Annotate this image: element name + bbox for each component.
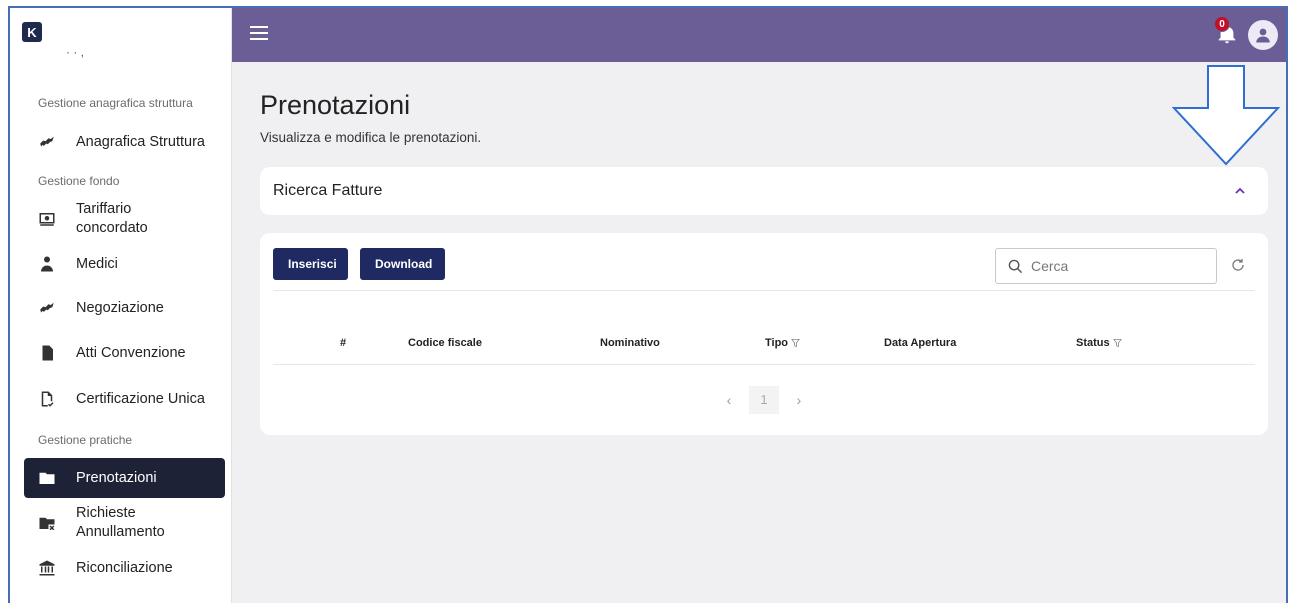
page-subtitle: Visualizza e modifica le prenotazioni. bbox=[260, 130, 482, 145]
bank-icon bbox=[38, 559, 56, 577]
sidebar-item-medici[interactable]: Medici bbox=[10, 242, 231, 286]
sidebar-item-negoziazione[interactable]: Negoziazione bbox=[10, 286, 231, 330]
sidebar-cut-text: · · , bbox=[66, 52, 84, 59]
column-header-data-apertura[interactable]: Data Apertura bbox=[884, 337, 956, 349]
column-header-status[interactable]: Status bbox=[1076, 337, 1122, 349]
document-icon bbox=[38, 344, 56, 362]
insert-button[interactable]: Inserisci bbox=[273, 248, 348, 280]
bookings-table-card: Inserisci Download # Codice fiscale Nomi… bbox=[260, 233, 1268, 435]
filter-icon[interactable] bbox=[1112, 338, 1122, 348]
sidebar-item-anagrafica-struttura[interactable]: Anagrafica Struttura bbox=[10, 118, 231, 166]
table-header: # Codice fiscale Nominativo Tipo Data Ap… bbox=[273, 331, 1255, 365]
divider bbox=[273, 290, 1255, 291]
sidebar-item-label: Negoziazione bbox=[76, 300, 164, 316]
sidebar-item-richieste-annullamento[interactable]: Richieste Annullamento bbox=[10, 498, 231, 548]
sidebar-item-label: Riconciliazione bbox=[76, 560, 173, 576]
handshake-icon bbox=[38, 133, 56, 151]
main-content: Prenotazioni Visualizza e modifica le pr… bbox=[232, 62, 1286, 603]
sidebar-item-label: Prenotazioni bbox=[76, 470, 157, 486]
column-header-tipo[interactable]: Tipo bbox=[765, 337, 800, 349]
app-window: K · · , Gestione anagrafica struttura An… bbox=[8, 6, 1288, 603]
download-button[interactable]: Download bbox=[360, 248, 445, 280]
sidebar-item-label: Atti Convenzione bbox=[76, 345, 186, 361]
document-check-icon bbox=[38, 390, 56, 408]
search-input[interactable] bbox=[1031, 258, 1201, 274]
sidebar-item-label-line1: Richieste bbox=[76, 505, 136, 521]
page-number[interactable]: 1 bbox=[749, 386, 779, 414]
sidebar-header: K · · , bbox=[10, 8, 231, 62]
refresh-icon[interactable] bbox=[1230, 257, 1246, 273]
column-header-index: # bbox=[340, 337, 347, 349]
column-header-codice-fiscale[interactable]: Codice fiscale bbox=[408, 337, 482, 349]
app-logo[interactable]: K bbox=[22, 22, 42, 42]
next-page-button[interactable]: › bbox=[785, 386, 813, 414]
sidebar-item-tariffario[interactable]: Tariffario concordato bbox=[10, 196, 231, 242]
sidebar-item-riconciliazione[interactable]: Riconciliazione bbox=[10, 548, 231, 588]
handshake-icon bbox=[38, 299, 56, 317]
user-icon bbox=[1256, 28, 1270, 43]
folder-icon bbox=[38, 469, 56, 487]
notification-badge: 0 bbox=[1214, 16, 1230, 32]
sidebar-item-label: Anagrafica Struttura bbox=[76, 134, 205, 150]
avatar[interactable] bbox=[1248, 20, 1278, 50]
sidebar-item-label-line1: Tariffario bbox=[76, 201, 132, 217]
chevron-up-icon[interactable] bbox=[1234, 185, 1246, 197]
prev-page-button[interactable]: ‹ bbox=[715, 386, 743, 414]
top-bar: 0 bbox=[232, 8, 1286, 62]
sidebar-item-label: Medici bbox=[76, 256, 118, 272]
pagination: ‹ 1 › bbox=[260, 386, 1268, 414]
section-label-fondo: Gestione fondo bbox=[38, 174, 120, 188]
section-label-pratiche: Gestione pratiche bbox=[38, 433, 133, 447]
search-icon bbox=[1008, 259, 1023, 273]
sidebar-item-certificazione-unica[interactable]: Certificazione Unica bbox=[10, 376, 231, 422]
column-header-nominativo[interactable]: Nominativo bbox=[600, 337, 660, 349]
page-title: Prenotazioni bbox=[260, 90, 411, 120]
money-icon bbox=[38, 210, 56, 228]
sidebar-item-prenotazioni[interactable]: Prenotazioni bbox=[24, 458, 225, 498]
menu-icon[interactable] bbox=[250, 26, 268, 40]
filter-icon[interactable] bbox=[791, 338, 800, 348]
sidebar-item-label-line2: concordato bbox=[76, 220, 148, 236]
sidebar-item-label: Certificazione Unica bbox=[76, 391, 205, 407]
search-panel-title: Ricerca Fatture bbox=[273, 182, 383, 199]
section-label-anagrafica: Gestione anagrafica struttura bbox=[38, 96, 193, 110]
search-panel[interactable]: Ricerca Fatture bbox=[260, 167, 1268, 215]
sidebar-item-atti-convenzione[interactable]: Atti Convenzione bbox=[10, 330, 231, 376]
sidebar-item-label-line2: Annullamento bbox=[76, 524, 165, 540]
doctor-icon bbox=[38, 255, 56, 273]
search-field[interactable] bbox=[995, 248, 1217, 284]
sidebar: K · · , Gestione anagrafica struttura An… bbox=[10, 8, 232, 603]
folder-cancel-icon bbox=[38, 514, 56, 532]
